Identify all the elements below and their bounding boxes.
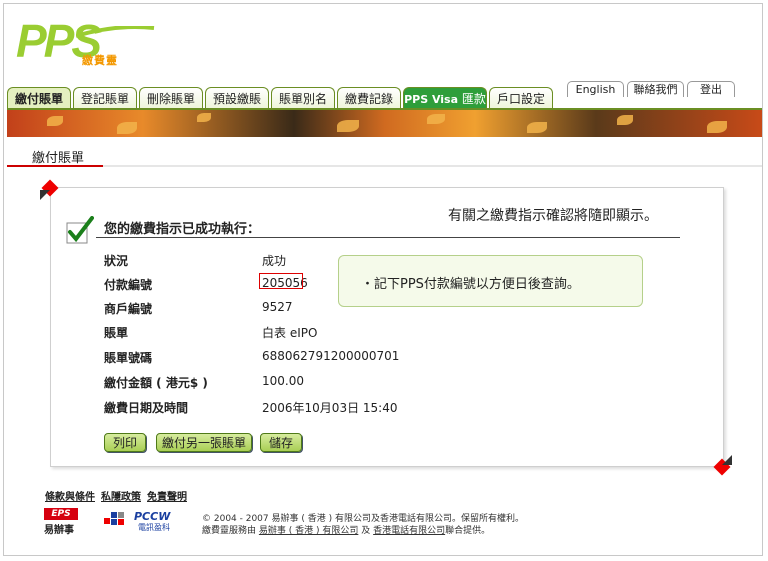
pccw-logo: PCCW 電訊盈科: [104, 510, 174, 532]
page-title: 繳付賬單: [32, 151, 85, 166]
title-divider: [7, 165, 762, 167]
status-value: 成功: [262, 254, 287, 268]
tab-register-bills[interactable]: 登記賬單: [73, 87, 137, 109]
pps-logo[interactable]: PPS 繳費靈: [16, 16, 156, 72]
logout-link[interactable]: 登出: [687, 81, 735, 97]
bill-label: 賬單: [104, 326, 129, 340]
eps-company-link[interactable]: 易辦事 ( 香港 ) 有限公司: [259, 526, 358, 536]
success-heading: 您的繳費指示已成功執行：: [104, 222, 261, 237]
disclaimer-link[interactable]: 免責聲明: [147, 492, 187, 503]
checkmark-icon: [66, 216, 94, 244]
merchant-code-value: 9527: [262, 300, 293, 314]
service-and: 及: [361, 526, 371, 536]
logo-swoosh-icon: [76, 26, 155, 38]
service-suffix: 聯合提供。: [445, 526, 491, 536]
payment-datetime-value: 2006年10月03日 15:40: [262, 401, 398, 415]
tab-bill-alias[interactable]: 賬單別名: [271, 87, 335, 109]
pps-logo-subtitle: 繳費靈: [82, 54, 118, 67]
amount-label: 繳付金額 ( 港元$ ): [104, 376, 208, 390]
service-prefix: 繳費靈服務由: [202, 526, 257, 536]
pay-another-bill-button[interactable]: 繳付另一張賬單: [156, 433, 252, 452]
title-divider-accent: [7, 165, 103, 167]
pccw-logo-subtitle: 電訊盈科: [138, 523, 170, 532]
copyright-text: © 2004 - 2007 易辦事 ( 香港 ) 有限公司及香港電話有限公司。保…: [202, 513, 524, 537]
tab-preset-payment[interactable]: 預設繳賬: [205, 87, 269, 109]
payment-ref-highlight: [259, 273, 303, 289]
service-provider-line: 繳費靈服務由 易辦事 ( 香港 ) 有限公司 及 香港電話有限公司聯合提供。: [202, 525, 524, 537]
save-button[interactable]: 儲存: [260, 433, 302, 452]
tip-text: ・記下PPS付款編號以方便日後查詢。: [361, 277, 580, 292]
autumn-leaves-banner: [7, 110, 762, 137]
hkt-company-link[interactable]: 香港電話有限公司: [373, 526, 445, 536]
eps-logo: EPS 易辦事: [44, 508, 84, 536]
english-link[interactable]: English: [567, 81, 624, 97]
bill-value: 白表 eIPO: [262, 326, 318, 340]
contact-us-link[interactable]: 聯絡我們: [627, 81, 684, 97]
corner-fold-icon: [722, 455, 732, 465]
copyright-line: © 2004 - 2007 易辦事 ( 香港 ) 有限公司及香港電話有限公司。保…: [202, 514, 524, 524]
print-button[interactable]: 列印: [104, 433, 146, 452]
heading-divider: [96, 237, 680, 238]
eps-logo-mark: EPS: [44, 508, 78, 520]
eps-logo-subtitle: 易辦事: [44, 525, 74, 536]
merchant-code-label: 商戶編號: [104, 302, 153, 316]
tab-account-settings[interactable]: 戶口設定: [489, 87, 553, 109]
confirmation-notice: 有關之繳費指示確認將隨即顯示。: [448, 208, 658, 224]
tab-delete-bills[interactable]: 刪除賬單: [139, 87, 203, 109]
bill-number-value: 688062791200000701: [262, 349, 400, 363]
bill-number-label: 賬單號碼: [104, 351, 153, 365]
pccw-squares-icon: [104, 512, 124, 525]
amount-value: 100.00: [262, 374, 304, 388]
privacy-link[interactable]: 私隱政策: [101, 492, 141, 503]
terms-link[interactable]: 條款與條件: [45, 492, 95, 503]
footer-links: 條款與條件 私隱政策 免責聲明: [45, 488, 193, 503]
tab-payment-records[interactable]: 繳費記錄: [337, 87, 401, 109]
status-label: 狀況: [104, 254, 129, 268]
tab-pps-visa-remit[interactable]: PPS Visa 匯款: [403, 87, 487, 109]
tip-box: ・記下PPS付款編號以方便日後查詢。: [338, 255, 643, 307]
tab-pay-bills[interactable]: 繳付賬單: [7, 87, 71, 109]
payment-datetime-label: 繳費日期及時間: [104, 401, 189, 415]
payment-ref-label: 付款編號: [104, 278, 153, 292]
tab-pps-visa-label: PPS Visa: [404, 93, 459, 106]
corner-fold-icon: [40, 190, 50, 200]
tab-remit-label: 匯款: [461, 92, 486, 106]
